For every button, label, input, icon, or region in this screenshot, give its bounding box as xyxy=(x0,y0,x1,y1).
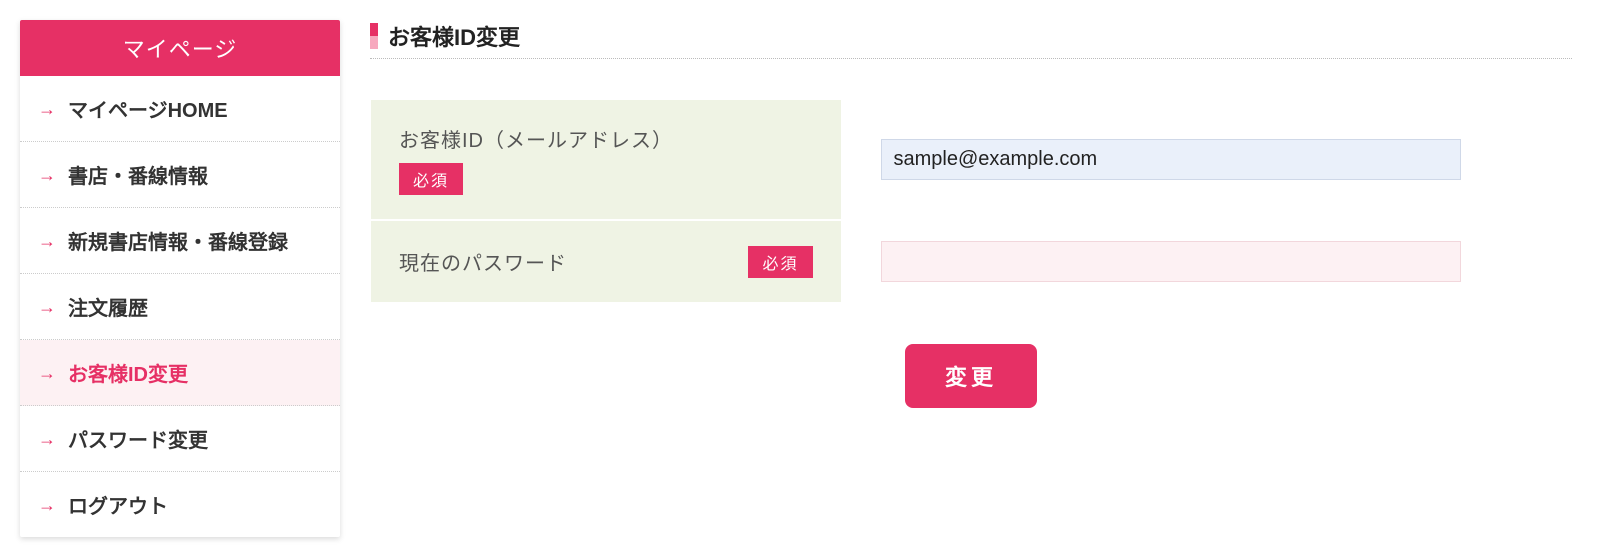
sidebar-item-logout[interactable]: → ログアウト xyxy=(20,472,340,537)
form-table: お客様ID（メールアドレス） 必須 現在のパスワード 必須 xyxy=(370,99,1572,304)
sidebar-item-home[interactable]: → マイページHOME xyxy=(20,76,340,142)
sidebar-item-shop-line-info[interactable]: → 書店・番線情報 xyxy=(20,142,340,208)
sidebar-item-new-shop-register[interactable]: → 新規書店情報・番線登録 xyxy=(20,208,340,274)
label-cell-current-password: 現在のパスワード 必須 xyxy=(371,220,841,303)
arrow-right-icon: → xyxy=(38,100,56,118)
arrow-right-icon: → xyxy=(38,298,56,316)
required-badge: 必須 xyxy=(399,163,463,195)
sidebar-list: → マイページHOME → 書店・番線情報 → 新規書店情報・番線登録 → 注文… xyxy=(20,76,340,537)
sidebar-item-label: 新規書店情報・番線登録 xyxy=(68,226,288,255)
label-cell-customer-id: お客様ID（メールアドレス） 必須 xyxy=(371,100,841,221)
sidebar-item-label: お客様ID変更 xyxy=(68,358,188,387)
submit-wrap: 変更 xyxy=(370,344,1572,408)
arrow-right-icon: → xyxy=(38,166,56,184)
sidebar-item-password-change[interactable]: → パスワード変更 xyxy=(20,406,340,472)
sidebar-item-label: 注文履歴 xyxy=(68,292,148,321)
submit-button[interactable]: 変更 xyxy=(905,344,1037,408)
page-title: お客様ID変更 xyxy=(388,20,520,52)
sidebar-item-label: パスワード変更 xyxy=(68,424,208,453)
sidebar-item-label: 書店・番線情報 xyxy=(68,160,208,189)
sidebar-item-label: ログアウト xyxy=(68,490,168,519)
sidebar-item-order-history[interactable]: → 注文履歴 xyxy=(20,274,340,340)
input-cell-customer-id xyxy=(841,100,1572,221)
main-content: お客様ID変更 お客様ID（メールアドレス） 必須 現在のパスワード xyxy=(370,20,1612,408)
page-title-row: お客様ID変更 xyxy=(370,20,1572,59)
required-badge: 必須 xyxy=(748,246,812,278)
current-password-input[interactable] xyxy=(881,241,1461,282)
input-cell-current-password xyxy=(841,220,1572,303)
row-current-password: 現在のパスワード 必須 xyxy=(371,220,1572,303)
arrow-right-icon: → xyxy=(38,496,56,514)
sidebar-item-label: マイページHOME xyxy=(68,94,228,123)
current-password-label: 現在のパスワード xyxy=(399,247,567,276)
arrow-right-icon: → xyxy=(38,430,56,448)
sidebar-title: マイページ xyxy=(20,20,340,76)
customer-id-label: お客様ID（メールアドレス） xyxy=(399,124,673,153)
customer-id-input[interactable] xyxy=(881,139,1461,180)
arrow-right-icon: → xyxy=(38,232,56,250)
sidebar-item-customer-id-change[interactable]: → お客様ID変更 xyxy=(20,340,340,406)
row-customer-id: お客様ID（メールアドレス） 必須 xyxy=(371,100,1572,221)
title-accent-icon xyxy=(370,23,378,49)
sidebar: マイページ → マイページHOME → 書店・番線情報 → 新規書店情報・番線登… xyxy=(20,20,340,537)
arrow-right-icon: → xyxy=(38,364,56,382)
